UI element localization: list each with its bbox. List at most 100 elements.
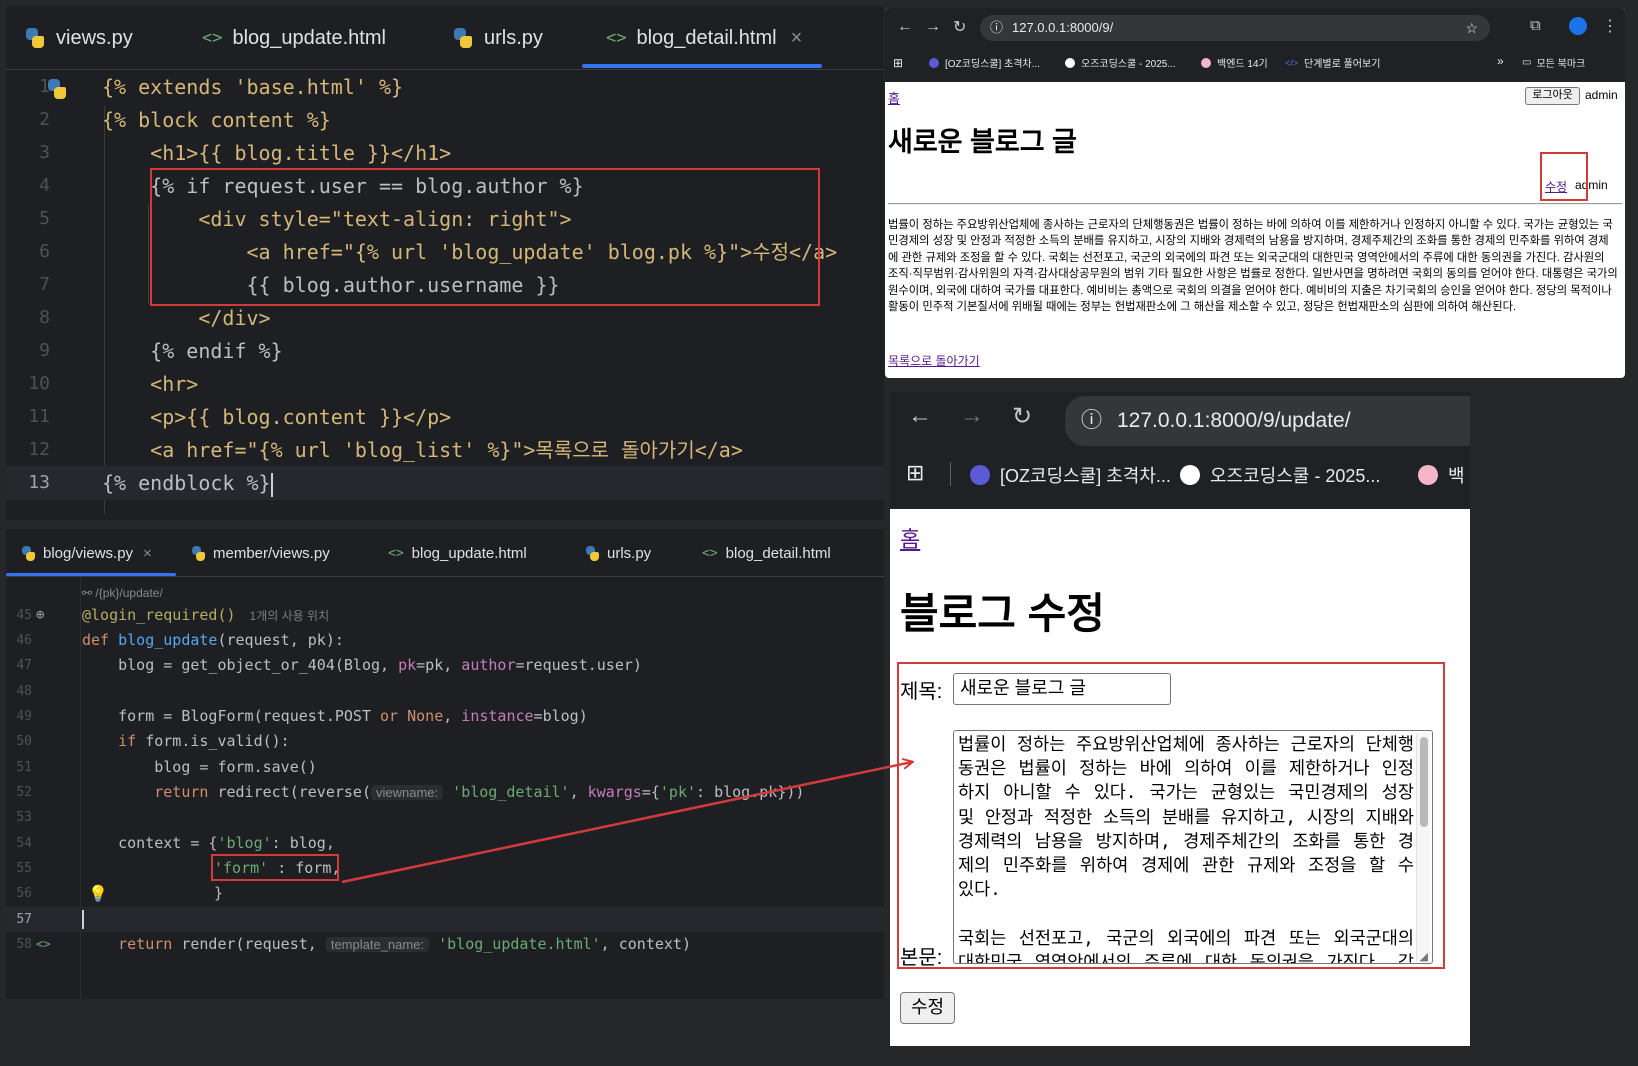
bookmark-favicon: [1201, 57, 1211, 68]
line-number: 53: [16, 810, 32, 825]
code-text: form = BlogForm(request.POST: [82, 707, 381, 725]
code-text: author: [461, 656, 516, 674]
close-icon[interactable]: ×: [791, 27, 803, 50]
python-file-icon: [20, 545, 37, 562]
back-icon[interactable]: ←: [908, 402, 932, 430]
code-text: return: [82, 783, 209, 801]
code-text: render(request,: [172, 935, 326, 953]
bookmark-label: [OZ코딩스쿨] 초격차...: [945, 59, 1040, 70]
forward-icon[interactable]: →: [925, 18, 941, 36]
code-text: {% endblock %}: [102, 471, 271, 495]
bookmark-item[interactable]: [OZ코딩스쿨] 초격차...: [929, 55, 1040, 70]
line-number: 8: [39, 307, 50, 328]
address-bar[interactable]: ⓘ 127.0.0.1:8000/9/ ☆: [980, 15, 1490, 41]
line-number: 46: [16, 633, 32, 648]
bookmark-favicon: [929, 57, 939, 68]
code-line: 11 <p>{{ blog.content }}</p>: [6, 400, 884, 434]
code-text: 'blog_detail': [443, 783, 570, 801]
apps-grid-icon[interactable]: ⊞: [906, 460, 924, 486]
tab-blog-update-html[interactable]: <> blog_update.html: [388, 529, 527, 577]
tab-blog-detail-html[interactable]: <> blog_detail.html: [702, 529, 831, 577]
code-text: ={: [641, 783, 660, 801]
forward-icon[interactable]: →: [960, 402, 984, 430]
code-text: instance: [461, 707, 534, 725]
address-bar[interactable]: ⓘ 127.0.0.1:8000/9/update/: [1065, 396, 1470, 446]
code-text: : blog.pk})): [696, 783, 805, 801]
line-number: 50: [16, 734, 32, 749]
tab-member-views-py[interactable]: member/views.py: [190, 529, 330, 577]
back-icon[interactable]: ←: [897, 18, 913, 36]
text-cursor: [82, 910, 84, 929]
code-text: <a href="{% url 'blog_list' %}">목록으로 돌아가…: [102, 438, 743, 462]
close-icon[interactable]: ×: [143, 545, 152, 562]
lightbulb-icon[interactable]: 💡: [88, 881, 108, 906]
profile-avatar[interactable]: [1569, 17, 1587, 35]
horizontal-rule: [888, 203, 1622, 205]
logout-button[interactable]: 로그아웃: [1525, 87, 1580, 105]
url-text: 127.0.0.1:8000/9/: [1012, 20, 1114, 35]
code-text: form.is_valid():: [136, 732, 290, 750]
tab-label: urls.py: [484, 26, 543, 49]
bookmark-label: 백: [1448, 466, 1465, 486]
line-number: 13: [28, 472, 50, 493]
active-tab-indicator: [582, 64, 822, 68]
code-line: 54 context = {'blog': blog,: [6, 831, 884, 856]
submit-button[interactable]: 수정: [900, 992, 955, 1024]
tab-blog-views-py[interactable]: blog/views.py ×: [20, 529, 152, 577]
tab-urls-py[interactable]: urls.py: [584, 529, 651, 577]
html-gutter-icon[interactable]: <>: [36, 932, 50, 957]
browser-toolbar: ← → ↻ ⓘ 127.0.0.1:8000/9/update/ ⊞ [OZ코딩…: [890, 392, 1470, 509]
tab-blog-update-html[interactable]: <> blog_update.html: [202, 6, 386, 70]
bookmark-item[interactable]: 오즈코딩스쿨 - 2025...: [1065, 55, 1176, 70]
code-text: def: [82, 631, 119, 649]
line-number: 45: [16, 608, 32, 623]
line-number: 47: [16, 658, 32, 673]
code-text: redirect(reverse(: [208, 783, 371, 801]
code-text: blog = form.save(): [82, 758, 317, 776]
code-text: kwargs: [587, 783, 642, 801]
code-line: 47 blog = get_object_or_404(Blog, pk=pk,…: [6, 653, 884, 678]
reload-icon[interactable]: ↻: [953, 17, 966, 37]
site-info-icon[interactable]: ⓘ: [1081, 396, 1102, 446]
active-tab-indicator: [6, 573, 176, 576]
apps-grid-icon[interactable]: ⊞: [893, 56, 903, 70]
home-link[interactable]: 홈: [900, 522, 920, 554]
code-text: 'pk': [659, 783, 697, 801]
bookmark-item[interactable]: [OZ코딩스쿨] 초격차...: [970, 462, 1171, 488]
highlight-box-if-block: [150, 168, 820, 306]
tab-urls-py[interactable]: urls.py: [452, 6, 543, 70]
site-info-icon[interactable]: ⓘ: [990, 15, 1003, 41]
tab-blog-detail-html[interactable]: <> blog_detail.html ×: [606, 6, 802, 70]
tab-views-py[interactable]: views.py: [24, 6, 133, 70]
extensions-icon[interactable]: ⧉: [1530, 17, 1541, 34]
reload-icon[interactable]: ↻: [1012, 402, 1032, 431]
post-content: 법률이 정하는 주요방위산업체에 종사하는 근로자의 단체행동권은 법률이 정하…: [888, 219, 1618, 314]
bookmark-favicon: </>: [1285, 57, 1299, 68]
line-number: 49: [16, 709, 32, 724]
tab-label: views.py: [56, 26, 133, 49]
bookmark-favicon: [970, 465, 990, 485]
line-number: 52: [16, 785, 32, 800]
all-bookmarks[interactable]: ▭ 모든 북마크: [1522, 55, 1585, 70]
code-area[interactable]: ⚯ /{pk}/update/ 45 ⊕ @login_required() 1개의 …: [6, 583, 884, 993]
bookmark-item[interactable]: 백엔드 14기: [1201, 55, 1268, 70]
code-text: <p>{{ blog.content }}</p>: [102, 405, 452, 429]
line-number: 12: [28, 439, 50, 460]
bookmark-item[interactable]: 백: [1418, 462, 1465, 488]
highlight-box-edit-link: [1540, 152, 1588, 201]
page-heading: 블로그 수정: [900, 590, 1105, 637]
bookmark-item[interactable]: </> 단계별로 풀어보기: [1285, 55, 1380, 71]
line-number: 3: [39, 142, 50, 163]
back-to-list-link[interactable]: 목록으로 돌아가기: [888, 352, 980, 369]
code-text: </div>: [102, 306, 271, 330]
home-link[interactable]: 홈: [888, 88, 900, 107]
code-area[interactable]: 1 {% extends 'base.html' %} 2 {% block con…: [6, 70, 884, 520]
chevron-right-icon[interactable]: »: [1497, 54, 1504, 68]
python-gutter-icon: [46, 78, 68, 100]
bookmark-label: [OZ코딩스쿨] 초격차...: [1000, 466, 1171, 486]
bookmark-item[interactable]: 오즈코딩스쿨 - 2025...: [1180, 462, 1380, 488]
bookmark-favicon: [1418, 465, 1438, 485]
menu-dots-icon[interactable]: ⋮: [1602, 16, 1618, 36]
bookmark-star-icon[interactable]: ☆: [1465, 15, 1478, 41]
route-hint: ⚯ /{pk}/update/: [82, 583, 163, 603]
